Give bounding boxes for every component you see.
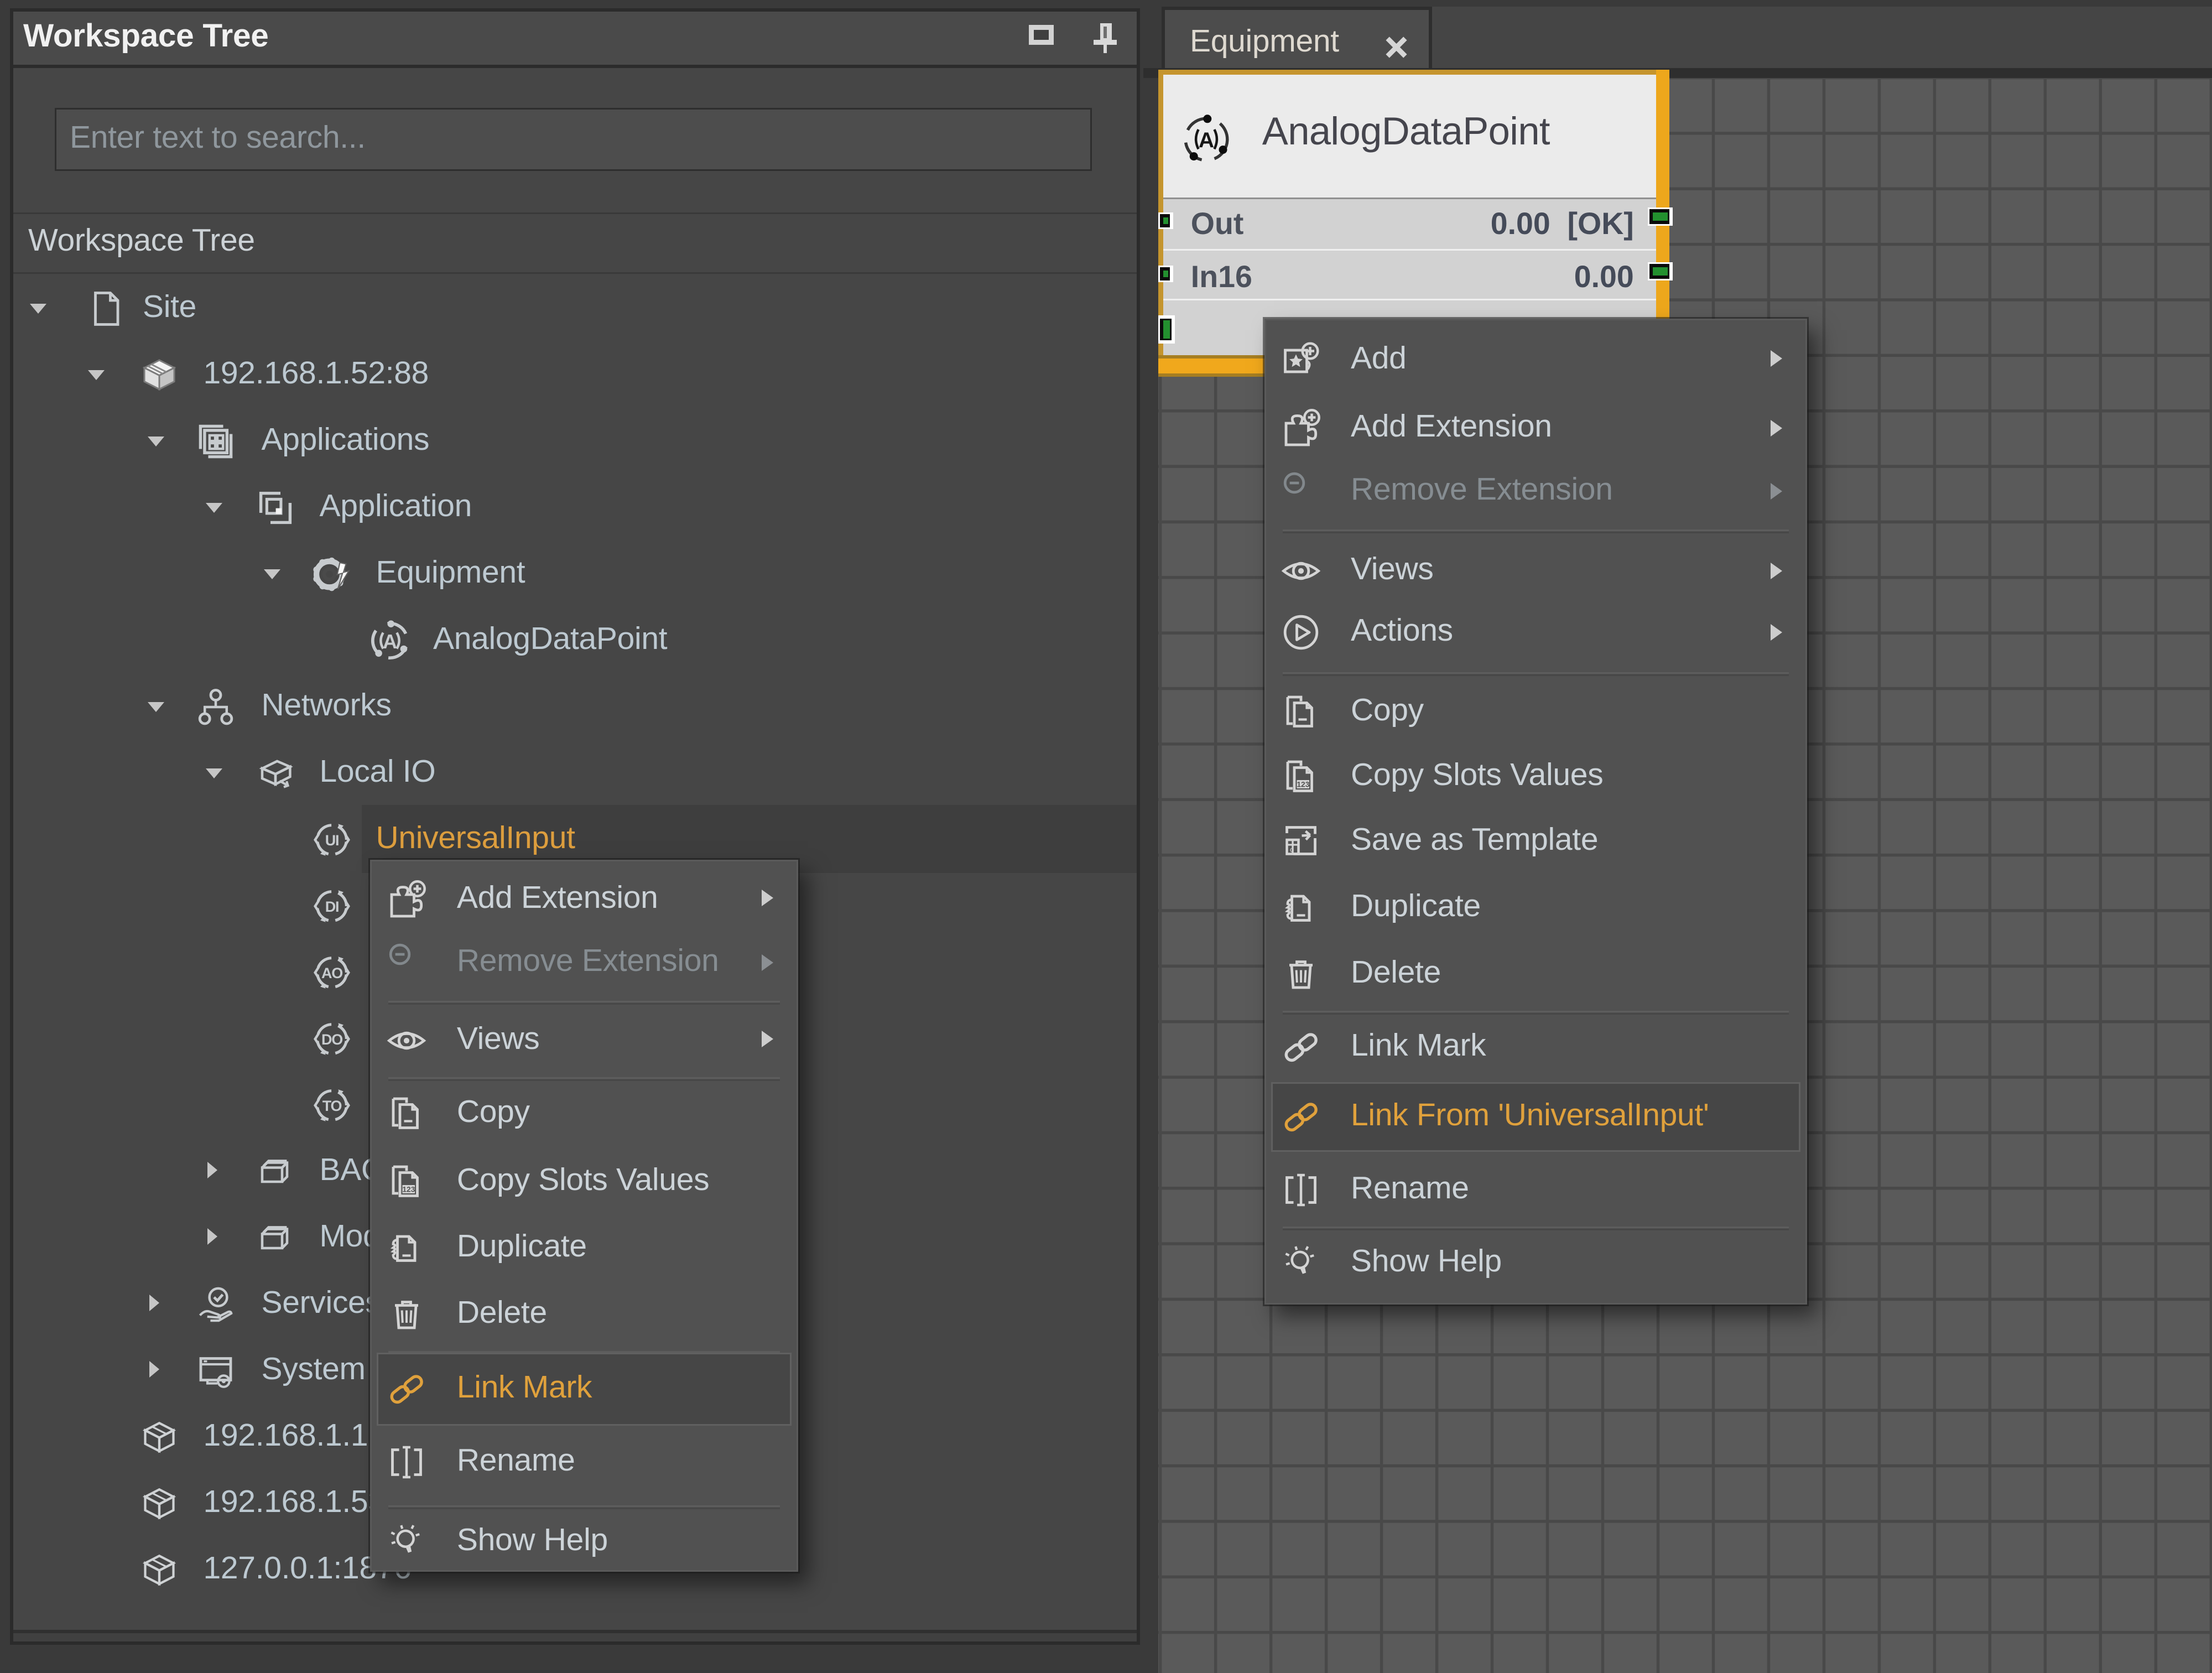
svg-text:A: A [383, 630, 397, 652]
svg-text:123: 123 [1297, 781, 1309, 789]
svg-text:UI: UI [326, 832, 340, 848]
svg-text:123: 123 [403, 1185, 415, 1193]
svg-text:A: A [1198, 128, 1214, 152]
svg-text:DI: DI [326, 898, 340, 915]
svg-text:o: o [1290, 845, 1294, 853]
svg-text:AO: AO [322, 964, 343, 981]
svg-text:TO: TO [323, 1097, 342, 1114]
svg-text:DO: DO [322, 1031, 343, 1047]
